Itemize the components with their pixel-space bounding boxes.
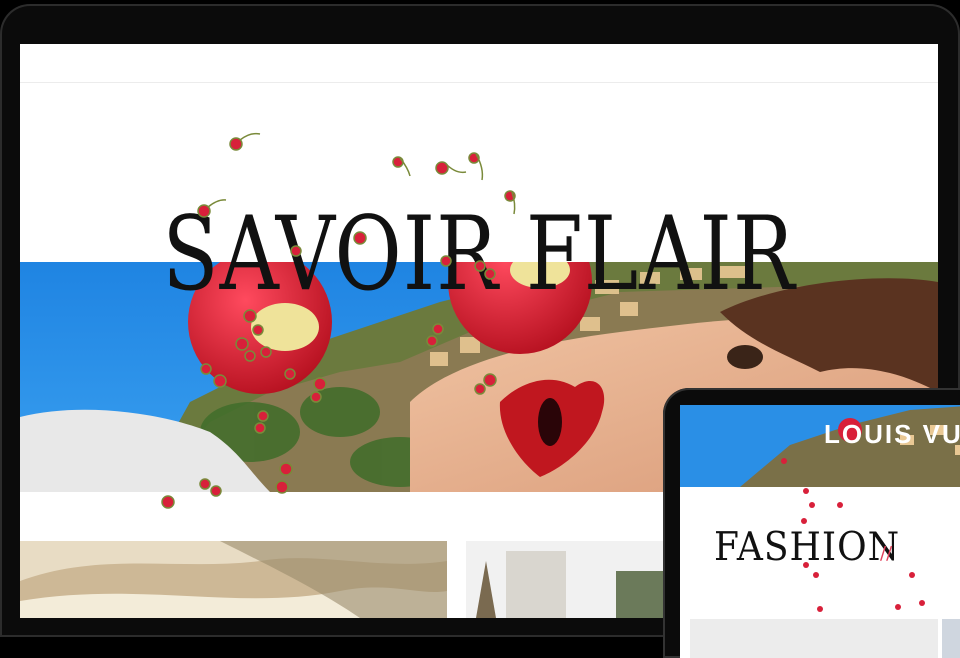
content-card-image[interactable] [20, 541, 447, 618]
tablet-screen: LOUIS VU FASHION // [680, 405, 960, 658]
content-card-image[interactable] [690, 619, 938, 658]
tablet-frame: LOUIS VU FASHION // [663, 388, 960, 658]
content-card-image[interactable] [942, 619, 960, 658]
site-header-bar [20, 44, 938, 83]
hero-title: SAVOIR FLAIR [162, 195, 796, 314]
content-card-image[interactable] [466, 541, 666, 618]
